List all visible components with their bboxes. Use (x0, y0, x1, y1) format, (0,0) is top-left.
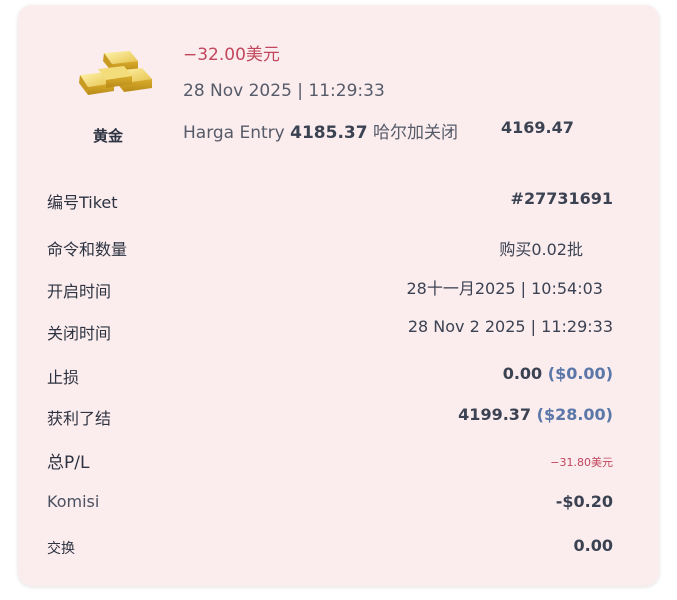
stop-loss-value: 0.00 (502, 364, 543, 383)
stop-loss-amount: ($0.00) (547, 364, 613, 383)
take-profit-amount: ($28.00) (536, 405, 613, 424)
close-datetime: 28 Nov 2025 | 11:29:33 (183, 81, 385, 101)
open-time-value: 28十一月2025 | 10:54:03 (406, 279, 603, 298)
swap-label: 交换 (47, 541, 75, 557)
total-pl-label: 总P/L (47, 453, 90, 473)
commission-label: Komisi (47, 492, 100, 511)
open-time-label: 开启时间 (47, 282, 112, 301)
commission-value: -$0.20 (555, 492, 613, 511)
stop-loss-value-group: 0.00 ($0.00) (503, 364, 613, 383)
gold-bars-icon (79, 51, 152, 95)
ticket-row: 编号Tiket #27731691 (47, 189, 613, 215)
order-row: 命令和数量 购买0.02批 (47, 236, 613, 262)
close-time-label: 关闭时间 (47, 324, 112, 343)
asset-name: 黄金 (92, 127, 123, 145)
close-time-row: 关闭时间 28 Nov 2 2025 | 11:29:33 (47, 317, 613, 346)
take-profit-label: 获利了结 (47, 409, 112, 428)
order-value: 购买0.02批 (499, 240, 583, 259)
entry-price: 4185.37 (290, 123, 368, 143)
swap-row: 交换 0.00 (47, 536, 613, 562)
commission-row: Komisi -$0.20 (47, 492, 613, 518)
take-profit-value-group: 4199.37 ($28.00) (458, 405, 613, 424)
stop-loss-label: 止损 (47, 368, 80, 387)
total-pl-row: 总P/L −31.80美元 (47, 448, 613, 474)
ticket-label: 编号Tiket (47, 193, 118, 212)
take-profit-row: 获利了结 4199.37 ($28.00) (47, 405, 613, 431)
open-time-row: 开启时间 28十一月2025 | 10:54:03 (47, 278, 613, 304)
close-time-value: 28 Nov 2 2025 | 11:29:33 (407, 317, 613, 336)
total-pl-value: −31.80美元 (550, 456, 613, 469)
price-summary: Harga Entry 4185.37 哈尔加关闭 (183, 118, 458, 143)
close-label: 哈尔加关闭 (372, 123, 458, 143)
order-label: 命令和数量 (47, 240, 128, 259)
take-profit-value: 4199.37 (458, 405, 532, 424)
close-price: 4169.47 (501, 118, 574, 137)
swap-value: 0.00 (573, 536, 613, 555)
ticket-value: #27731691 (510, 189, 613, 208)
trade-pnl: −32.00美元 (183, 45, 280, 65)
entry-label: Harga Entry (183, 123, 285, 143)
stop-loss-row: 止损 0.00 ($0.00) (47, 364, 613, 390)
